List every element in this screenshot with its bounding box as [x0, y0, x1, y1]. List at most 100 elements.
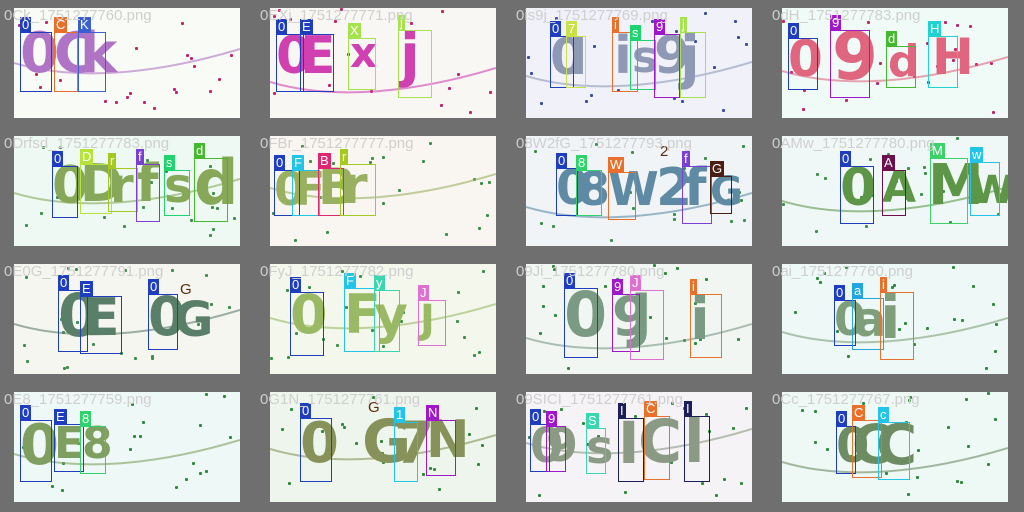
bounding-box: [80, 296, 122, 354]
bounding-box: [840, 166, 874, 224]
bounding-box: [108, 168, 138, 212]
box-label: f: [682, 151, 690, 166]
box-label: A: [882, 155, 895, 170]
bounding-box: [608, 172, 636, 220]
bounding-box: [586, 428, 606, 474]
bounding-box: [576, 170, 602, 216]
captcha-cell: 0 Ck 0 C K 0Ck_1751277760.png: [0, 0, 256, 128]
box-label: 9: [612, 279, 624, 294]
captcha-image: 09dH09dH: [782, 8, 1008, 118]
box-label: 0: [52, 151, 64, 166]
image-filename: 0is9j_1751277769.png: [516, 7, 668, 24]
bounding-box: [690, 294, 722, 358]
box-label: 0: [556, 153, 568, 168]
captcha-image: 0ai0ai: [782, 264, 1008, 374]
box-label: 0: [840, 151, 852, 166]
box-label: F: [292, 155, 304, 170]
captcha-image: 0Ck0CK: [14, 8, 240, 118]
box-label: H: [928, 21, 942, 36]
bounding-box: [618, 418, 644, 482]
bounding-box: [374, 290, 400, 352]
bounding-box: [880, 292, 914, 360]
box-label: 0: [530, 409, 542, 424]
captcha-cell: 0 9 s I Cl 0 9 S I C I 09SICI_1751277761.png: [512, 384, 768, 512]
captcha-cell: 0 Dr f s d 0 Dr f s d 0Drfsd_1751277783.png: [0, 128, 256, 256]
bounding-box: [148, 294, 178, 350]
captcha-cell: 0 l i s 9 j 0 7 i s 9 j 0is9j_1751277769.png: [512, 0, 768, 128]
bounding-box: [566, 36, 586, 88]
bounding-box: [680, 32, 706, 98]
captcha-cell: 0 9 d H 0 9 d H 0dH_1751277783.png: [768, 0, 1024, 128]
captcha-cell: 0 E 0 G 0 E 0 G 0E0G_1751277791.png: [0, 256, 256, 384]
box-label: 0: [274, 155, 286, 170]
bounding-box: [52, 166, 78, 218]
captcha-cell: 0 Fy J 0 Fy J 0FyJ_1751277782.png: [256, 256, 512, 384]
image-filename: 0FyJ_1751277782.png: [260, 263, 414, 280]
box-label: 8: [80, 411, 92, 426]
captcha-image: 0lis9j07is9j: [526, 8, 752, 118]
box-label: X: [348, 23, 361, 38]
box-label: i: [690, 279, 697, 294]
box-label: 0: [788, 23, 800, 38]
bounding-box: [136, 164, 160, 222]
captcha-cell: 0 8 W 2 f G 0 8 Wf G 2 08W2fG_1751277793.png: [512, 128, 768, 256]
box-label: 0: [836, 411, 848, 426]
captcha-cell: 0 G 7 N 0 1 N G 0G1N_1751277761.png: [256, 384, 512, 512]
image-filename: 09SICI_1751277761.png: [516, 391, 683, 408]
bounding-box: [80, 426, 106, 474]
captcha-cell: 0 F Br 0 F Br 0FBr_1751277777.png: [256, 128, 512, 256]
image-filename: 0Drfsd_1751277783.png: [4, 135, 170, 152]
image-filename: 0AMw_1751277780.png: [772, 135, 935, 152]
bounding-box: [418, 300, 446, 346]
bounding-box: [290, 292, 324, 356]
captcha-image: 0Exj0EXj: [270, 8, 496, 118]
image-filename: 0G1N_1751277761.png: [260, 391, 421, 408]
bounding-box: [682, 166, 712, 224]
bounding-box: [340, 164, 376, 216]
captcha-cell: 0 C C 0 Cc 0Cc_1751277767.png: [768, 384, 1024, 512]
captcha-image: 0Drfsd0Drfsd: [14, 136, 240, 246]
bounding-box: [630, 40, 656, 90]
box-label: E: [80, 281, 93, 296]
box-label: 1: [394, 407, 406, 422]
box-label: N: [426, 405, 440, 420]
box-label: w: [970, 147, 984, 162]
bounding-box: [564, 288, 598, 358]
captcha-image: 08W2fG08WfG2: [526, 136, 752, 246]
captcha-image: 0AMw0AMw: [782, 136, 1008, 246]
bounding-box: [300, 418, 332, 482]
bounding-box: [398, 30, 432, 98]
box-label: S: [586, 413, 599, 428]
box-label: I: [684, 401, 692, 416]
captcha-image: 0FBr0FBr: [270, 136, 496, 246]
box-label: E: [54, 409, 67, 424]
box-label: 0: [148, 279, 160, 294]
bounding-box: [630, 290, 664, 360]
box-label: s: [630, 25, 641, 40]
bounding-box: [878, 422, 910, 480]
captcha-image: 09Ji09Ji: [526, 264, 752, 374]
bounding-box: [348, 38, 376, 90]
image-filename: 0E8_1751277759.png: [4, 391, 152, 408]
bounding-box: [654, 34, 680, 98]
box-label: 0: [834, 285, 846, 300]
bounding-box: [710, 176, 732, 214]
bounding-box: [292, 170, 320, 216]
bounding-box: [394, 422, 418, 482]
bounding-box: [886, 46, 916, 88]
bounding-box: [78, 32, 106, 92]
image-filename: 0Ck_1751277760.png: [4, 7, 152, 24]
captcha-image: 0E0G0E0G: [14, 264, 240, 374]
box-label: J: [418, 285, 429, 300]
captcha-image: 0E80E8: [14, 392, 240, 502]
bounding-box: [882, 170, 906, 216]
captcha-image: 09sICl09SICI: [526, 392, 752, 502]
bounding-box: [194, 158, 228, 222]
bounding-box: [164, 170, 190, 216]
image-filename: 08W2fG_1751277793.png: [516, 135, 692, 152]
image-filename: 0E0G_1751277791.png: [4, 263, 164, 280]
bounding-box: [54, 32, 78, 92]
box-label: j: [680, 17, 687, 32]
bounding-box: [788, 38, 818, 90]
box-label: G: [180, 281, 192, 298]
